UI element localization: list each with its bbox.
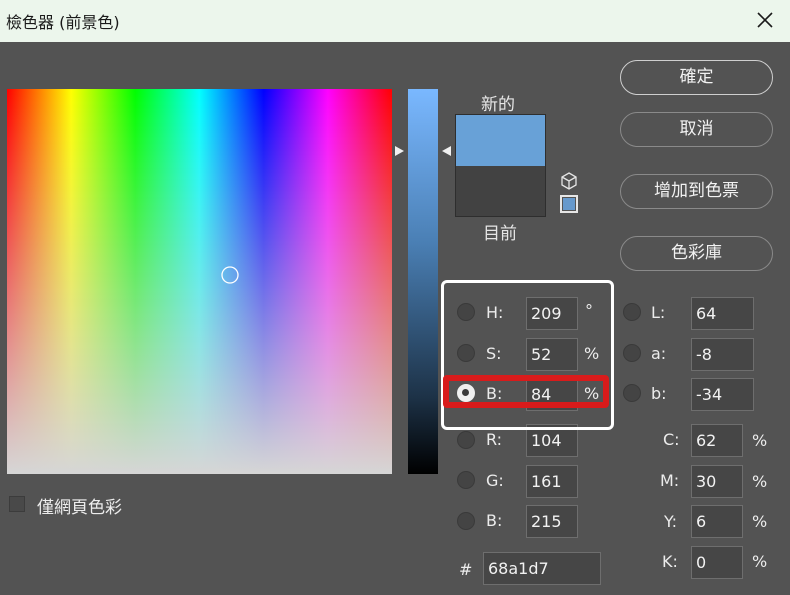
web-colors-only-checkbox[interactable] bbox=[9, 496, 25, 512]
label-g: G: bbox=[486, 471, 504, 490]
field-m[interactable]: 30 bbox=[691, 465, 743, 498]
field-c[interactable]: 62 bbox=[691, 424, 743, 457]
label-a: a: bbox=[651, 344, 667, 363]
title-bar: 檢色器 (前景色) bbox=[0, 0, 790, 42]
new-color-swatch bbox=[455, 114, 546, 166]
radio-rgb-b[interactable] bbox=[457, 512, 475, 530]
label-rgb-b: B: bbox=[486, 511, 503, 530]
brightness-slider[interactable] bbox=[408, 89, 438, 474]
current-color-swatch[interactable] bbox=[455, 166, 546, 217]
slider-handle-left-icon[interactable] bbox=[394, 145, 406, 157]
field-k[interactable]: 0 bbox=[691, 546, 743, 579]
label-r: R: bbox=[486, 430, 503, 449]
field-g[interactable]: 161 bbox=[526, 465, 578, 498]
hex-label: # bbox=[459, 560, 473, 579]
cancel-button[interactable]: 取消 bbox=[620, 112, 773, 147]
radio-l[interactable] bbox=[623, 303, 641, 321]
unit-k: % bbox=[752, 552, 768, 571]
field-rgb-b[interactable]: 215 bbox=[526, 505, 578, 538]
websafe-color-fill bbox=[563, 198, 575, 210]
current-color-label: 目前 bbox=[483, 224, 517, 244]
new-color-label: 新的 bbox=[481, 95, 515, 115]
color-field[interactable] bbox=[7, 89, 392, 474]
field-l[interactable]: 64 bbox=[691, 297, 754, 330]
radio-r[interactable] bbox=[457, 431, 475, 449]
field-lab-b[interactable]: -34 bbox=[691, 378, 754, 411]
unit-c: % bbox=[752, 431, 768, 450]
label-k: K: bbox=[662, 552, 678, 571]
unit-m: % bbox=[752, 472, 768, 491]
field-y[interactable]: 6 bbox=[691, 505, 743, 538]
field-a[interactable]: -8 bbox=[691, 338, 754, 371]
radio-lab-b[interactable] bbox=[623, 384, 641, 402]
web-colors-only-label: 僅網頁色彩 bbox=[37, 498, 122, 518]
ok-button[interactable]: 確定 bbox=[620, 60, 773, 95]
radio-a[interactable] bbox=[623, 344, 641, 362]
highlight-box-red bbox=[443, 375, 609, 408]
window-title: 檢色器 (前景色) bbox=[6, 13, 120, 32]
websafe-color-swatch[interactable] bbox=[560, 195, 578, 213]
unit-y: % bbox=[752, 512, 768, 531]
color-field-picker[interactable] bbox=[221, 266, 239, 284]
label-m: M: bbox=[660, 471, 680, 490]
close-icon bbox=[757, 12, 773, 28]
websafe-cube-icon[interactable] bbox=[559, 171, 579, 191]
label-l: L: bbox=[651, 303, 666, 322]
label-lab-b: b: bbox=[651, 384, 667, 403]
slider-handle-right-icon[interactable] bbox=[440, 145, 452, 157]
add-to-swatches-button[interactable]: 增加到色票 bbox=[620, 174, 773, 209]
radio-g[interactable] bbox=[457, 471, 475, 489]
label-c: C: bbox=[663, 430, 680, 449]
color-libraries-button[interactable]: 色彩庫 bbox=[620, 236, 773, 271]
close-button[interactable] bbox=[740, 0, 790, 42]
hex-field[interactable]: 68a1d7 bbox=[483, 552, 601, 585]
label-y: Y: bbox=[664, 512, 678, 531]
